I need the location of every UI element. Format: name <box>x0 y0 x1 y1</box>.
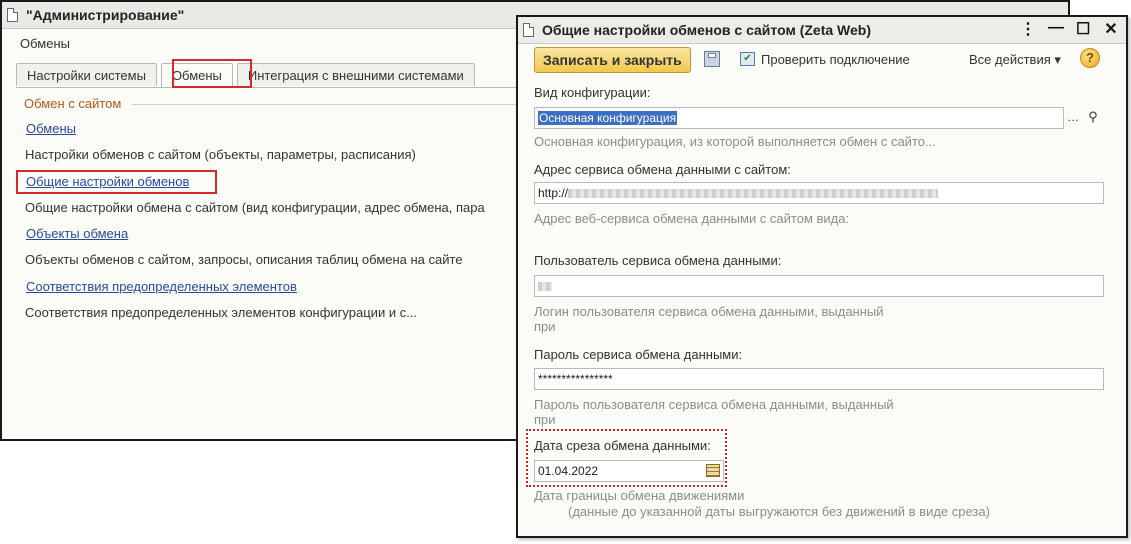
more-icon[interactable]: ⋮ <box>1020 19 1036 39</box>
all-actions-menu[interactable]: Все действия ▾ <box>969 52 1061 68</box>
config-label: Вид конфигурации: <box>534 85 651 100</box>
search-icon[interactable]: ⚲ <box>1084 108 1102 128</box>
password-value: **************** <box>538 372 613 386</box>
desc-predefined-mapping: Соответствия предопределенных элементов … <box>25 305 418 320</box>
redacted-address <box>568 189 939 199</box>
close-icon[interactable]: ✕ <box>1104 19 1118 39</box>
save-and-close-button[interactable]: Записать и закрыть <box>534 47 691 73</box>
tab-divider <box>16 87 516 88</box>
desc-exchange-objects: Объекты обменов с сайтом, запросы, описа… <box>25 252 463 267</box>
save-icon[interactable] <box>704 51 720 67</box>
admin-subtitle: Обмены <box>20 36 70 51</box>
date-hint-line1: Дата границы обмена движениями <box>534 488 745 503</box>
user-field[interactable] <box>534 275 1104 297</box>
address-hint: Адрес веб-сервиса обмена данными с сайто… <box>534 211 850 226</box>
config-value: Основная конфигурация <box>538 111 678 125</box>
address-label: Адрес сервиса обмена данными с сайтом: <box>534 162 791 177</box>
check-connection-icon[interactable]: ✔ <box>740 52 755 66</box>
tab-integration[interactable]: Интеграция с внешними системами <box>236 63 475 86</box>
window-controls: ⋮ — ☐ ✕ <box>1020 19 1118 39</box>
password-hint: Пароль пользователя сервиса обмена данны… <box>534 397 894 427</box>
desc-general-settings: Общие настройки обмена с сайтом (вид кон… <box>25 200 485 215</box>
select-ellipsis-button[interactable]: … <box>1064 108 1082 128</box>
desc-exchanges: Настройки обменов с сайтом (объекты, пар… <box>25 147 416 162</box>
settings-toolbar: Записать и закрыть ✔ Проверить подключен… <box>518 43 1126 79</box>
password-label: Пароль сервиса обмена данными: <box>534 347 743 362</box>
address-value: http:// <box>538 186 569 200</box>
address-field[interactable]: http:// <box>534 182 1104 204</box>
link-predefined-mapping[interactable]: Соответствия предопределенных элементов <box>26 279 297 294</box>
config-hint: Основная конфигурация, из которой выполн… <box>534 134 936 149</box>
admin-title: "Администрирование" <box>26 7 185 23</box>
config-field[interactable]: Основная конфигурация <box>534 107 1064 129</box>
link-exchange-objects[interactable]: Объекты обмена <box>26 226 128 241</box>
group-label-site-exchange: Обмен с сайтом <box>24 96 122 111</box>
date-highlight-frame <box>526 429 727 487</box>
tab-highlight-frame <box>172 59 252 88</box>
document-icon <box>523 23 534 37</box>
check-connection-button[interactable]: Проверить подключение <box>761 52 910 67</box>
document-icon <box>7 8 18 22</box>
minimize-icon[interactable]: — <box>1048 19 1064 39</box>
password-field[interactable]: **************** <box>534 368 1104 390</box>
maximize-icon[interactable]: ☐ <box>1076 19 1090 39</box>
help-icon[interactable]: ? <box>1080 48 1100 68</box>
link-highlight-frame <box>16 170 217 194</box>
date-hint-line2: (данные до указанной даты выгружаются бе… <box>568 504 990 519</box>
user-hint: Логин пользователя сервиса обмена данным… <box>534 304 884 334</box>
user-label: Пользователь сервиса обмена данными: <box>534 253 782 268</box>
settings-titlebar: Общие настройки обменов с сайтом (Zeta W… <box>518 17 1126 44</box>
settings-title: Общие настройки обменов с сайтом (Zeta W… <box>542 22 871 38</box>
tab-system-settings[interactable]: Настройки системы <box>16 63 157 86</box>
link-exchanges[interactable]: Обмены <box>26 121 76 136</box>
redacted-user <box>538 282 552 292</box>
group-divider <box>132 104 522 105</box>
